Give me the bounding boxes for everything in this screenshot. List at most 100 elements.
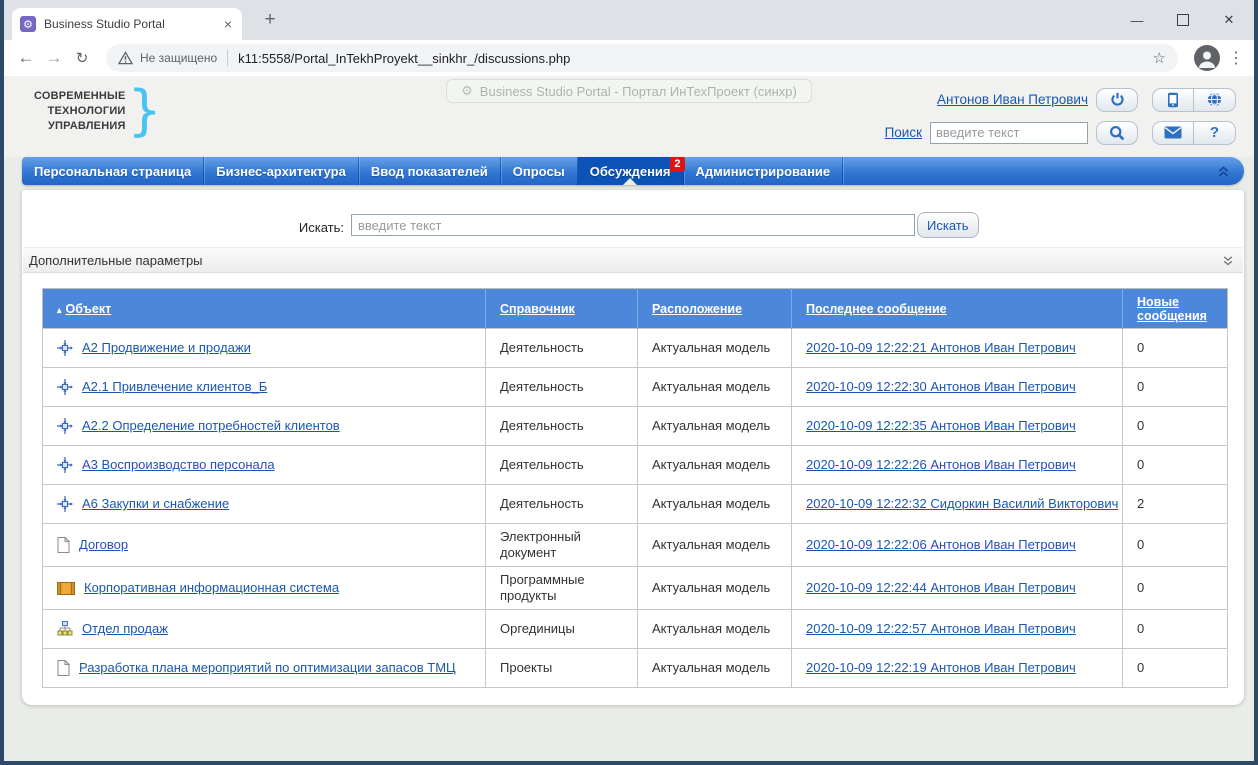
- column-header[interactable]: Расположение: [638, 289, 792, 329]
- column-header[interactable]: Последнее сообщение: [792, 289, 1123, 329]
- object-link[interactable]: А2.2 Определение потребностей клиентов: [82, 418, 340, 434]
- last-message-link[interactable]: 2020-10-09 12:22:19 Антонов Иван Петрови…: [806, 660, 1076, 675]
- browser-menu-icon[interactable]: ⋮: [1226, 48, 1246, 68]
- object-link[interactable]: Договор: [79, 537, 128, 553]
- window-controls: — ✕: [1114, 0, 1252, 40]
- last-message-link[interactable]: 2020-10-09 12:22:35 Антонов Иван Петрови…: [806, 418, 1076, 433]
- close-button[interactable]: ✕: [1206, 0, 1252, 40]
- last-message-cell: 2020-10-09 12:22:26 Антонов Иван Петрови…: [792, 446, 1123, 485]
- nav-tab[interactable]: Персональная страница: [22, 157, 204, 185]
- object-link[interactable]: А2.1 Привлечение клиентов_Б: [82, 379, 267, 395]
- logo-line: СОВРЕМЕННЫЕ: [34, 89, 126, 104]
- column-header-link[interactable]: Последнее сообщение: [806, 302, 947, 316]
- location-cell: Актуальная модель: [638, 567, 792, 610]
- address-bar[interactable]: Не защищено k11:5558/Portal_InTekhProyek…: [106, 44, 1178, 72]
- orgunit-icon: [57, 621, 73, 637]
- new-messages-cell: 0: [1123, 329, 1228, 368]
- column-header[interactable]: Справочник: [486, 289, 638, 329]
- expand-params-button[interactable]: [1223, 255, 1233, 266]
- language-button[interactable]: [1194, 88, 1236, 112]
- maximize-button[interactable]: [1160, 0, 1206, 40]
- nav-tab[interactable]: Обсуждения2: [578, 157, 684, 185]
- location-cell: Актуальная модель: [638, 407, 792, 446]
- last-message-link[interactable]: 2020-10-09 12:22:30 Антонов Иван Петрови…: [806, 379, 1076, 394]
- back-icon[interactable]: ←: [12, 48, 40, 68]
- last-message-link[interactable]: 2020-10-09 12:22:57 Антонов Иван Петрови…: [806, 621, 1076, 636]
- browser-window: ⚙ Business Studio Portal × + — ✕ ← → ↻ Н…: [0, 0, 1258, 765]
- new-messages-cell: 0: [1123, 446, 1228, 485]
- directory-cell: Деятельность: [486, 407, 638, 446]
- location-cell: Актуальная модель: [638, 329, 792, 368]
- object-link[interactable]: Отдел продаж: [82, 621, 168, 637]
- nav-tab[interactable]: Ввод показателей: [359, 157, 501, 185]
- forward-icon[interactable]: →: [40, 48, 68, 68]
- column-header-link[interactable]: Новые сообщения: [1137, 295, 1207, 323]
- new-messages-cell: 0: [1123, 407, 1228, 446]
- url-text[interactable]: k11:5558/Portal_InTekhProyekt__sinkhr_/d…: [238, 51, 570, 66]
- last-message-link[interactable]: 2020-10-09 12:22:44 Антонов Иван Петрови…: [806, 580, 1076, 595]
- user-name-link[interactable]: Антонов Иван Петрович: [937, 92, 1088, 107]
- favicon-gear-icon: ⚙: [20, 16, 36, 32]
- directory-cell: Деятельность: [486, 329, 638, 368]
- process-icon: [57, 340, 73, 356]
- object-link[interactable]: Корпоративная информационная система: [84, 580, 339, 596]
- object-link[interactable]: А6 Закупки и снабжение: [82, 496, 229, 512]
- object-cell: Разработка плана мероприятий по оптимиза…: [57, 660, 477, 676]
- help-button[interactable]: ?: [1194, 121, 1236, 145]
- reload-icon[interactable]: ↻: [68, 49, 96, 67]
- nav-collapse-button[interactable]: [1218, 157, 1244, 185]
- site-search-link[interactable]: Поиск: [885, 125, 922, 140]
- nav-tab[interactable]: Опросы: [501, 157, 578, 185]
- minimize-button[interactable]: —: [1114, 0, 1160, 40]
- browser-tab[interactable]: ⚙ Business Studio Portal ×: [12, 8, 242, 40]
- company-logo: СОВРЕМЕННЫЕ ТЕХНОЛОГИИ УПРАВЛЕНИЯ }: [34, 84, 162, 138]
- table-header-row: ▴Объект Справочник Расположение Последнее с…: [43, 289, 1228, 329]
- nav-tab[interactable]: Бизнес-архитектура: [204, 157, 359, 185]
- messages-button[interactable]: [1152, 121, 1194, 145]
- browser-titlebar: ⚙ Business Studio Portal × + — ✕: [4, 0, 1254, 40]
- site-search-input[interactable]: [930, 122, 1088, 144]
- column-header[interactable]: ▴Объект: [43, 289, 486, 329]
- nav-tab[interactable]: Администрирование: [684, 157, 844, 185]
- last-message-link[interactable]: 2020-10-09 12:22:32 Сидоркин Василий Вик…: [806, 496, 1118, 511]
- logo-line: ТЕХНОЛОГИИ: [34, 104, 126, 119]
- last-message-link[interactable]: 2020-10-09 12:22:06 Антонов Иван Петрови…: [806, 537, 1076, 552]
- profile-avatar[interactable]: [1194, 45, 1220, 71]
- last-message-link[interactable]: 2020-10-09 12:22:26 Антонов Иван Петрови…: [806, 457, 1076, 472]
- column-header-link[interactable]: Объект: [66, 302, 112, 316]
- object-link[interactable]: А2 Продвижение и продажи: [82, 340, 251, 356]
- portal-title: Business Studio Portal - Портал ИнТехПро…: [480, 84, 797, 99]
- last-message-cell: 2020-10-09 12:22:06 Антонов Иван Петрови…: [792, 524, 1123, 567]
- column-header-link[interactable]: Справочник: [500, 302, 575, 316]
- browser-toolbar: ← → ↻ Не защищено k11:5558/Portal_InTekh…: [4, 40, 1254, 76]
- portal-title-badge: ⚙ Business Studio Portal - Портал ИнТехП…: [446, 79, 812, 103]
- process-icon: [57, 418, 73, 434]
- column-header-link[interactable]: Расположение: [652, 302, 742, 316]
- logo-line: УПРАВЛЕНИЯ: [34, 119, 126, 134]
- last-message-link[interactable]: 2020-10-09 12:22:21 Антонов Иван Петрови…: [806, 340, 1076, 355]
- object-link[interactable]: А3 Воспроизводство персонала: [82, 457, 275, 473]
- table-row: А2.2 Определение потребностей клиентов Де…: [43, 407, 1228, 446]
- last-message-cell: 2020-10-09 12:22:44 Антонов Иван Петрови…: [792, 567, 1123, 610]
- main-nav: Персональная страницаБизнес-архитектура В…: [22, 157, 1244, 185]
- security-label[interactable]: Не защищено: [140, 51, 217, 65]
- logout-button[interactable]: [1096, 88, 1138, 112]
- nav-tab-label: Администрирование: [696, 164, 831, 179]
- site-search-button[interactable]: [1096, 121, 1138, 145]
- object-link[interactable]: Разработка плана мероприятий по оптимиза…: [79, 660, 456, 676]
- discussion-search-input[interactable]: [351, 214, 915, 236]
- column-header[interactable]: Новые сообщения: [1123, 289, 1228, 329]
- tab-close-icon[interactable]: ×: [222, 16, 234, 32]
- nav-tab-label: Ввод показателей: [371, 164, 488, 179]
- new-tab-button[interactable]: +: [256, 6, 284, 34]
- mobile-version-button[interactable]: [1152, 88, 1194, 112]
- search-submit-button[interactable]: Искать: [917, 212, 979, 238]
- table-body: А2 Продвижение и продажиДеятельностьАкту…: [43, 329, 1228, 688]
- table-row: А3 Воспроизводство персоналаДеятельность…: [43, 446, 1228, 485]
- directory-cell: Программные продукты: [486, 567, 638, 610]
- logo-brace: }: [128, 84, 162, 138]
- additional-params-bar[interactable]: Дополнительные параметры: [23, 247, 1243, 273]
- new-messages-cell: 0: [1123, 368, 1228, 407]
- table-row: Корпоративная информационная система Прог…: [43, 567, 1228, 610]
- bookmark-star-icon[interactable]: ☆: [1153, 49, 1166, 67]
